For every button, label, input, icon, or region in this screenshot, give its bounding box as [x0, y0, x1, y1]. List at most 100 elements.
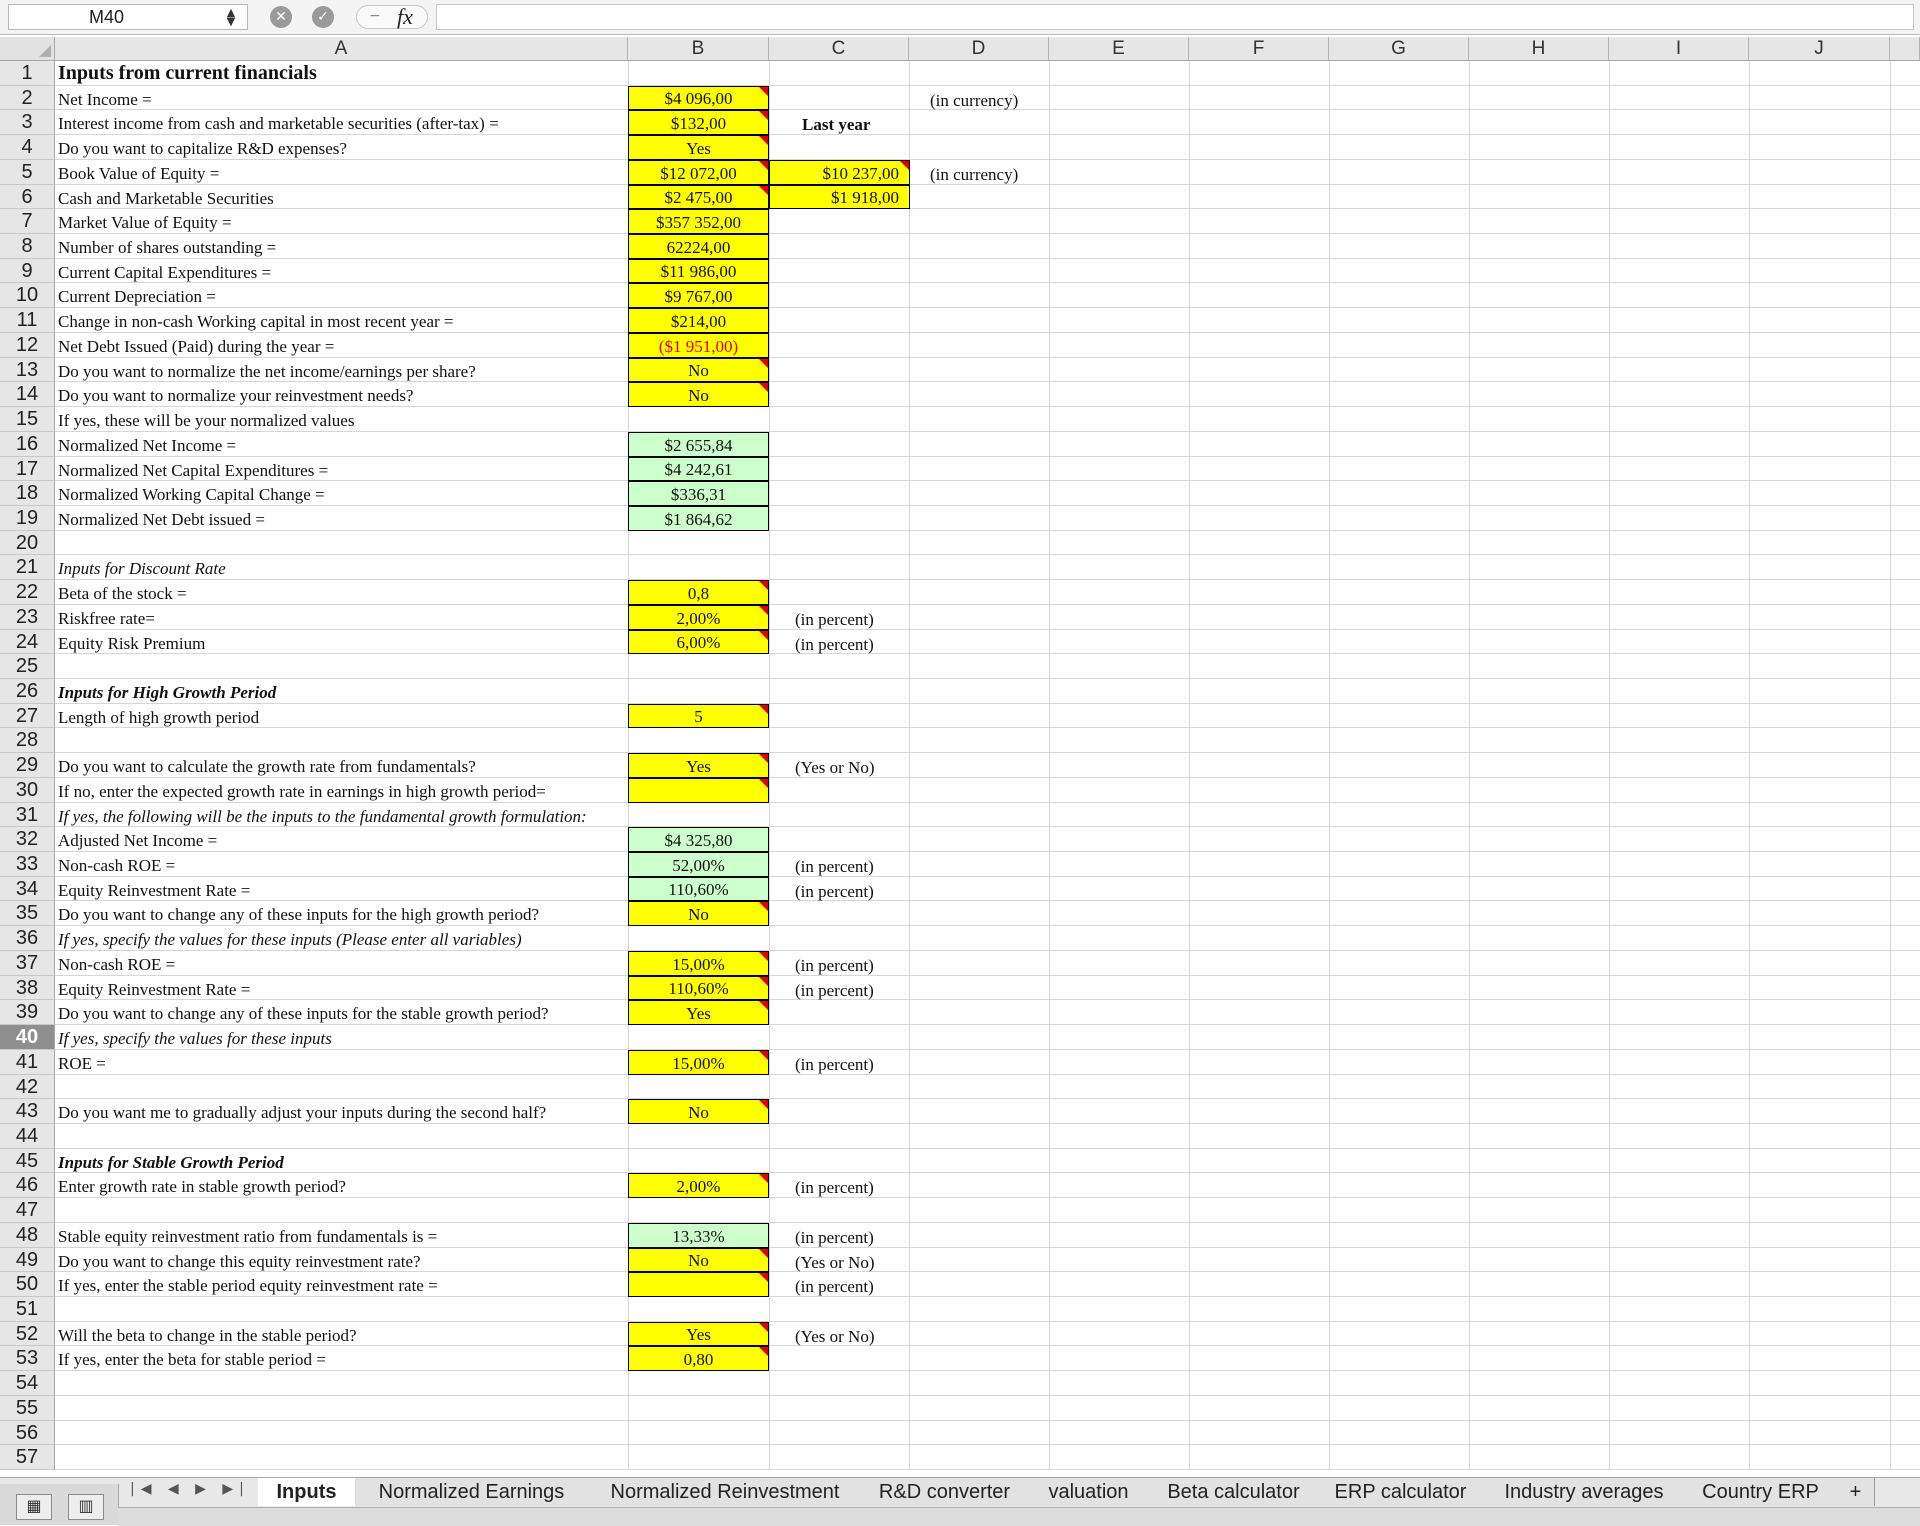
cell-b-input[interactable]: No	[628, 382, 769, 407]
cell-c-note[interactable]: (Yes or No)	[795, 1253, 875, 1273]
cell-a-label[interactable]: Equity Reinvestment Rate =	[58, 882, 250, 899]
cell-b-calculated[interactable]: 52,00%	[628, 852, 769, 877]
cell-a-label[interactable]: Non-cash ROE =	[58, 857, 175, 874]
row-header[interactable]: 34	[0, 877, 55, 901]
cell-a-label[interactable]: Normalized Working Capital Change =	[58, 486, 325, 503]
row-header[interactable]: 6	[0, 185, 55, 209]
row-header[interactable]: 18	[0, 481, 55, 506]
cell-a-label[interactable]: Do you want me to gradually adjust your …	[58, 1104, 546, 1121]
row-header[interactable]: 29	[0, 753, 55, 778]
cell-a-label[interactable]: Length of high growth period	[58, 709, 259, 726]
row-header[interactable]: 26	[0, 679, 55, 704]
row-header[interactable]: 56	[0, 1421, 55, 1445]
row-header[interactable]: 33	[0, 852, 55, 877]
cell-c-note[interactable]: (in percent)	[795, 635, 874, 655]
sheet-tab[interactable]: ERP calculator	[1317, 1478, 1485, 1506]
row-header[interactable]: 43	[0, 1099, 55, 1124]
row-header[interactable]: 38	[0, 976, 55, 1000]
cell-b-input[interactable]: Yes	[628, 135, 769, 160]
row-header[interactable]: 42	[0, 1075, 55, 1099]
cell-a-label[interactable]: Adjusted Net Income =	[58, 832, 217, 849]
cell-c-note[interactable]: (in percent)	[795, 1178, 874, 1198]
cell-c-note[interactable]: (Yes or No)	[795, 1327, 875, 1347]
sheet-tab[interactable]: Normalized Reinvestment	[588, 1478, 863, 1506]
cell-b-input[interactable]: $132,00	[628, 110, 769, 135]
cell-a-label[interactable]: Do you want to normalize the net income/…	[58, 363, 476, 380]
cell-c-note[interactable]: (in percent)	[795, 1228, 874, 1248]
column-header-b[interactable]: B	[628, 37, 769, 61]
cell-a-label[interactable]: Do you want to calculate the growth rate…	[58, 758, 476, 775]
cell-a-label[interactable]: Inputs from current financials	[58, 63, 317, 83]
cell-a-label[interactable]: Inputs for High Growth Period	[58, 684, 276, 701]
sheet-tab[interactable]: R&D converter	[862, 1478, 1028, 1506]
cell-b-input[interactable]: 0,80	[628, 1346, 769, 1371]
row-header[interactable]: 41	[0, 1050, 55, 1075]
cell-a-label[interactable]: Current Capital Expenditures =	[58, 264, 271, 281]
cell-a-label[interactable]: Change in non-cash Working capital in mo…	[58, 313, 453, 330]
confirm-edit-icon[interactable]: ✓	[312, 6, 334, 28]
row-header[interactable]: 57	[0, 1445, 55, 1470]
insert-function-button[interactable]: − fx	[356, 4, 428, 29]
cell-b-input[interactable]: 6,00%	[628, 630, 769, 654]
cell-b-input[interactable]: $214,00	[628, 308, 769, 333]
cell-b-input[interactable]: $12 072,00	[628, 160, 769, 185]
cell-a-label[interactable]: Do you want to normalize your reinvestme…	[58, 387, 413, 404]
row-header[interactable]: 22	[0, 580, 55, 605]
cell-a-label[interactable]: Normalized Net Debt issued =	[58, 511, 265, 528]
cell-a-label[interactable]: Do you want to change any of these input…	[58, 906, 539, 923]
row-header[interactable]: 31	[0, 803, 55, 827]
row-header[interactable]: 45	[0, 1149, 55, 1173]
formula-input[interactable]	[436, 4, 1914, 30]
cell-b-input[interactable]: Yes	[628, 1000, 769, 1025]
cell-b-input[interactable]: 2,00%	[628, 1173, 769, 1198]
cell-a-label[interactable]: If yes, specify the values for these inp…	[58, 931, 522, 948]
column-header-a[interactable]: A	[55, 37, 628, 61]
name-box[interactable]: M40 ▲ ▼	[8, 4, 248, 30]
page-layout-view-icon[interactable]: ▥	[68, 1494, 104, 1520]
row-header[interactable]: 50	[0, 1272, 55, 1297]
column-header-h[interactable]: H	[1469, 37, 1609, 61]
cell-c-note[interactable]: (in percent)	[795, 956, 874, 976]
row-header[interactable]: 36	[0, 926, 55, 951]
cell-b-input[interactable]: $357 352,00	[628, 209, 769, 234]
select-all-corner[interactable]	[0, 37, 55, 61]
cell-b-input[interactable]: 15,00%	[628, 1050, 769, 1075]
cell-a-label[interactable]: If yes, enter the stable period equity r…	[58, 1277, 438, 1294]
cell-b-calculated[interactable]: $4 242,61	[628, 457, 769, 481]
cell-b-input[interactable]: $4 096,00	[628, 86, 769, 110]
add-sheet-button[interactable]: +	[1837, 1478, 1875, 1506]
cell-b-input[interactable]: $9 767,00	[628, 283, 769, 308]
row-header[interactable]: 44	[0, 1124, 55, 1149]
cell-a-label[interactable]: Stable equity reinvestment ratio from fu…	[58, 1228, 437, 1245]
cell-c-note[interactable]: (in percent)	[795, 981, 874, 1001]
cell-a-label[interactable]: Will the beta to change in the stable pe…	[58, 1327, 357, 1344]
row-header[interactable]: 17	[0, 457, 55, 481]
row-header[interactable]: 55	[0, 1396, 55, 1421]
row-header[interactable]: 3	[0, 110, 55, 135]
row-header[interactable]: 40	[0, 1025, 55, 1050]
row-header[interactable]: 10	[0, 283, 55, 308]
normal-view-icon[interactable]: ▦	[16, 1494, 52, 1520]
cell-a-label[interactable]: Book Value of Equity =	[58, 165, 219, 182]
cell-c-note[interactable]: (in percent)	[795, 857, 874, 877]
cell-c-input[interactable]: $10 237,00	[769, 160, 910, 185]
sheet-tab[interactable]: Inputs	[258, 1478, 356, 1506]
row-header[interactable]: 2	[0, 86, 55, 110]
cell-c-note[interactable]: (in percent)	[795, 1055, 874, 1075]
row-header[interactable]: 5	[0, 160, 55, 185]
column-header-e[interactable]: E	[1049, 37, 1189, 61]
cell-c-note[interactable]: (in percent)	[795, 1277, 874, 1297]
name-box-stepper-icon[interactable]: ▲ ▼	[221, 7, 241, 27]
cell-b-input[interactable]	[628, 1272, 769, 1297]
row-header[interactable]: 14	[0, 382, 55, 407]
row-header[interactable]: 35	[0, 901, 55, 926]
cell-a-label[interactable]: Do you want to change this equity reinve…	[58, 1253, 421, 1270]
cell-b-input[interactable]	[628, 778, 769, 803]
row-header[interactable]: 13	[0, 358, 55, 382]
row-header[interactable]: 37	[0, 951, 55, 976]
sheet-nav-arrows[interactable]: |◀ ◀ ▶ ▶|	[130, 1481, 250, 1505]
row-header[interactable]: 11	[0, 308, 55, 333]
cell-a-label[interactable]: If no, enter the expected growth rate in…	[58, 783, 546, 800]
row-header[interactable]: 20	[0, 531, 55, 555]
row-header[interactable]: 54	[0, 1371, 55, 1396]
